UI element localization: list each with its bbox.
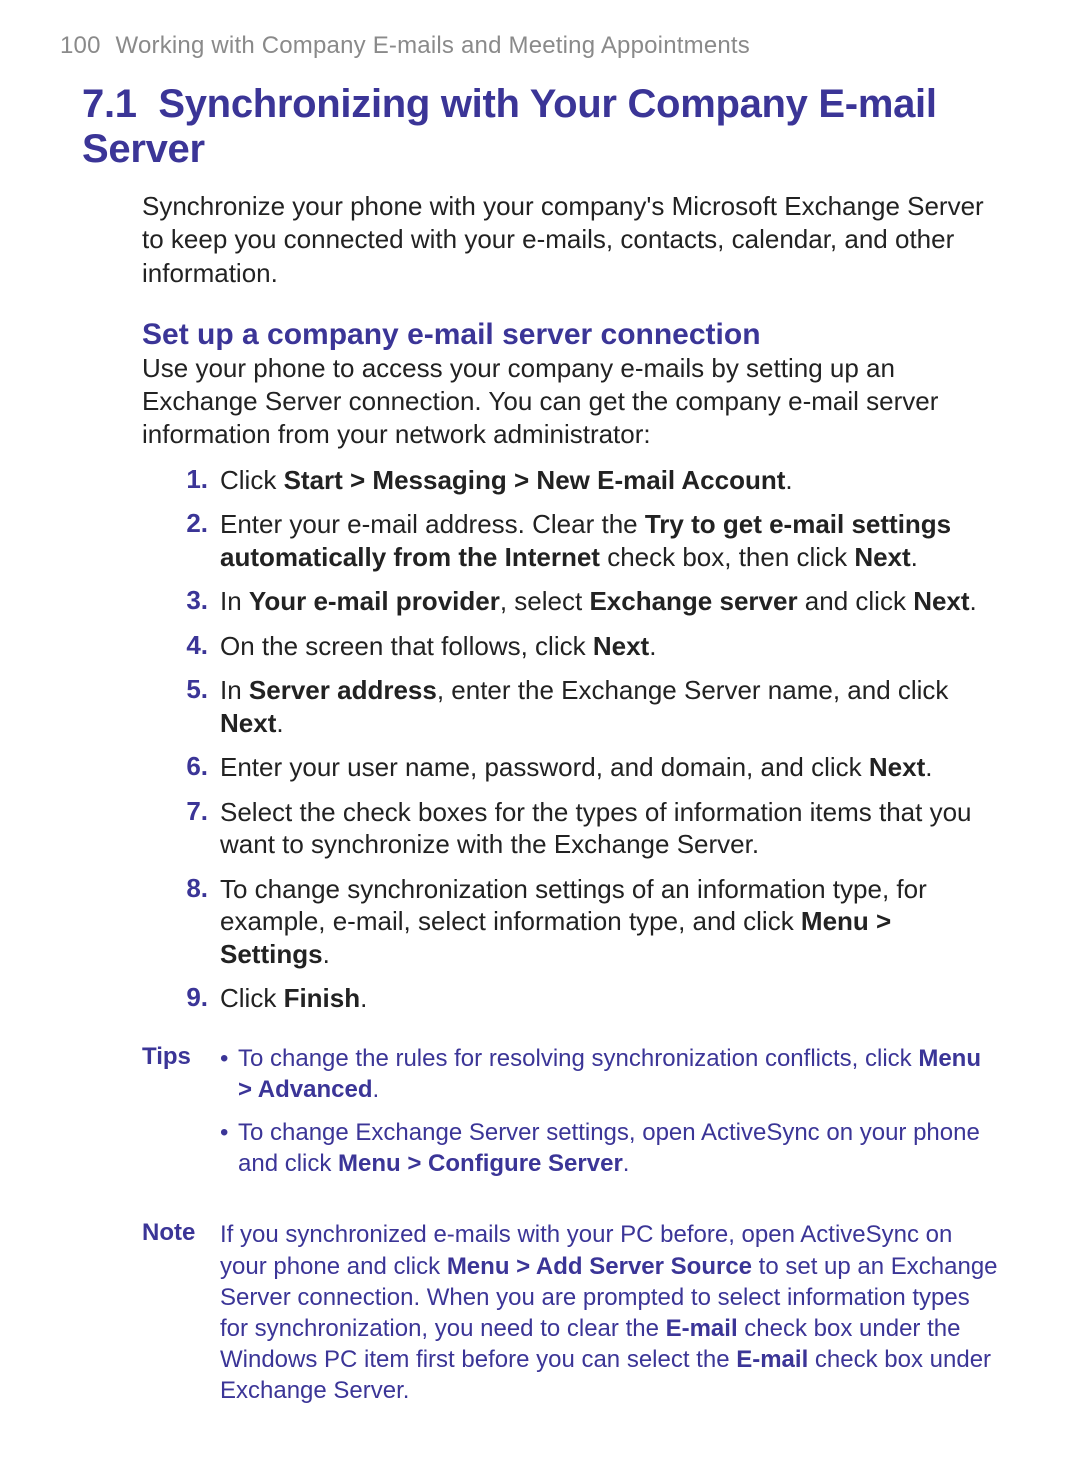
step-item: 5. In Server address, enter the Exchange… bbox=[172, 674, 1000, 739]
step-item: 9. Click Finish. bbox=[172, 982, 1000, 1015]
tips-label: Tips bbox=[142, 1043, 220, 1071]
step-text: Click Start > Messaging > New E-mail Acc… bbox=[220, 464, 793, 497]
tip-item: To change the rules for resolving synchr… bbox=[220, 1043, 1000, 1105]
section-number: 7.1 bbox=[82, 82, 137, 126]
step-item: 1. Click Start > Messaging > New E-mail … bbox=[172, 464, 1000, 497]
step-text: In Your e-mail provider, select Exchange… bbox=[220, 585, 977, 618]
step-number: 2. bbox=[172, 508, 208, 539]
step-text: Select the check boxes for the types of … bbox=[220, 796, 1000, 861]
step-number: 1. bbox=[172, 464, 208, 495]
step-text: Enter your user name, password, and doma… bbox=[220, 751, 932, 784]
running-header: 100 Working with Company E-mails and Mee… bbox=[50, 32, 1030, 60]
note-label: Note bbox=[142, 1219, 220, 1247]
page-number: 100 bbox=[60, 32, 101, 59]
step-text: On the screen that follows, click Next. bbox=[220, 630, 656, 663]
step-item: 7. Select the check boxes for the types … bbox=[172, 796, 1000, 861]
note-body: If you synchronized e-mails with your PC… bbox=[220, 1219, 1000, 1406]
step-item: 6. Enter your user name, password, and d… bbox=[172, 751, 1000, 784]
steps-list: 1. Click Start > Messaging > New E-mail … bbox=[142, 464, 1000, 1015]
step-text: Enter your e-mail address. Clear the Try… bbox=[220, 508, 1000, 573]
step-item: 4. On the screen that follows, click Nex… bbox=[172, 630, 1000, 663]
note-block: Note If you synchronized e-mails with yo… bbox=[142, 1219, 1000, 1406]
step-text: Click Finish. bbox=[220, 982, 367, 1015]
step-number: 7. bbox=[172, 796, 208, 827]
step-item: 8. To change synchronization settings of… bbox=[172, 873, 1000, 971]
step-text: To change synchronization settings of an… bbox=[220, 873, 1000, 971]
step-number: 9. bbox=[172, 982, 208, 1013]
step-number: 6. bbox=[172, 751, 208, 782]
step-item: 3. In Your e-mail provider, select Excha… bbox=[172, 585, 1000, 618]
intro-paragraph: Synchronize your phone with your company… bbox=[142, 190, 1000, 290]
tip-item: To change Exchange Server settings, open… bbox=[220, 1117, 1000, 1179]
document-page: 100 Working with Company E-mails and Mee… bbox=[0, 0, 1080, 1466]
step-number: 5. bbox=[172, 674, 208, 705]
setup-heading: Set up a company e-mail server connectio… bbox=[142, 318, 1000, 352]
content: Synchronize your phone with your company… bbox=[50, 190, 1030, 1406]
tips-body: To change the rules for resolving synchr… bbox=[220, 1043, 1000, 1192]
setup-lead: Use your phone to access your company e-… bbox=[142, 352, 1000, 452]
step-number: 8. bbox=[172, 873, 208, 904]
step-item: 2. Enter your e-mail address. Clear the … bbox=[172, 508, 1000, 573]
tips-block: Tips To change the rules for resolving s… bbox=[142, 1043, 1000, 1192]
section-heading: 7.1 Synchronizing with Your Company E-ma… bbox=[50, 82, 1030, 172]
section-title: Synchronizing with Your Company E-mail S… bbox=[82, 82, 937, 171]
chapter-title: Working with Company E-mails and Meeting… bbox=[116, 32, 750, 59]
step-text: In Server address, enter the Exchange Se… bbox=[220, 674, 1000, 739]
step-number: 3. bbox=[172, 585, 208, 616]
step-number: 4. bbox=[172, 630, 208, 661]
